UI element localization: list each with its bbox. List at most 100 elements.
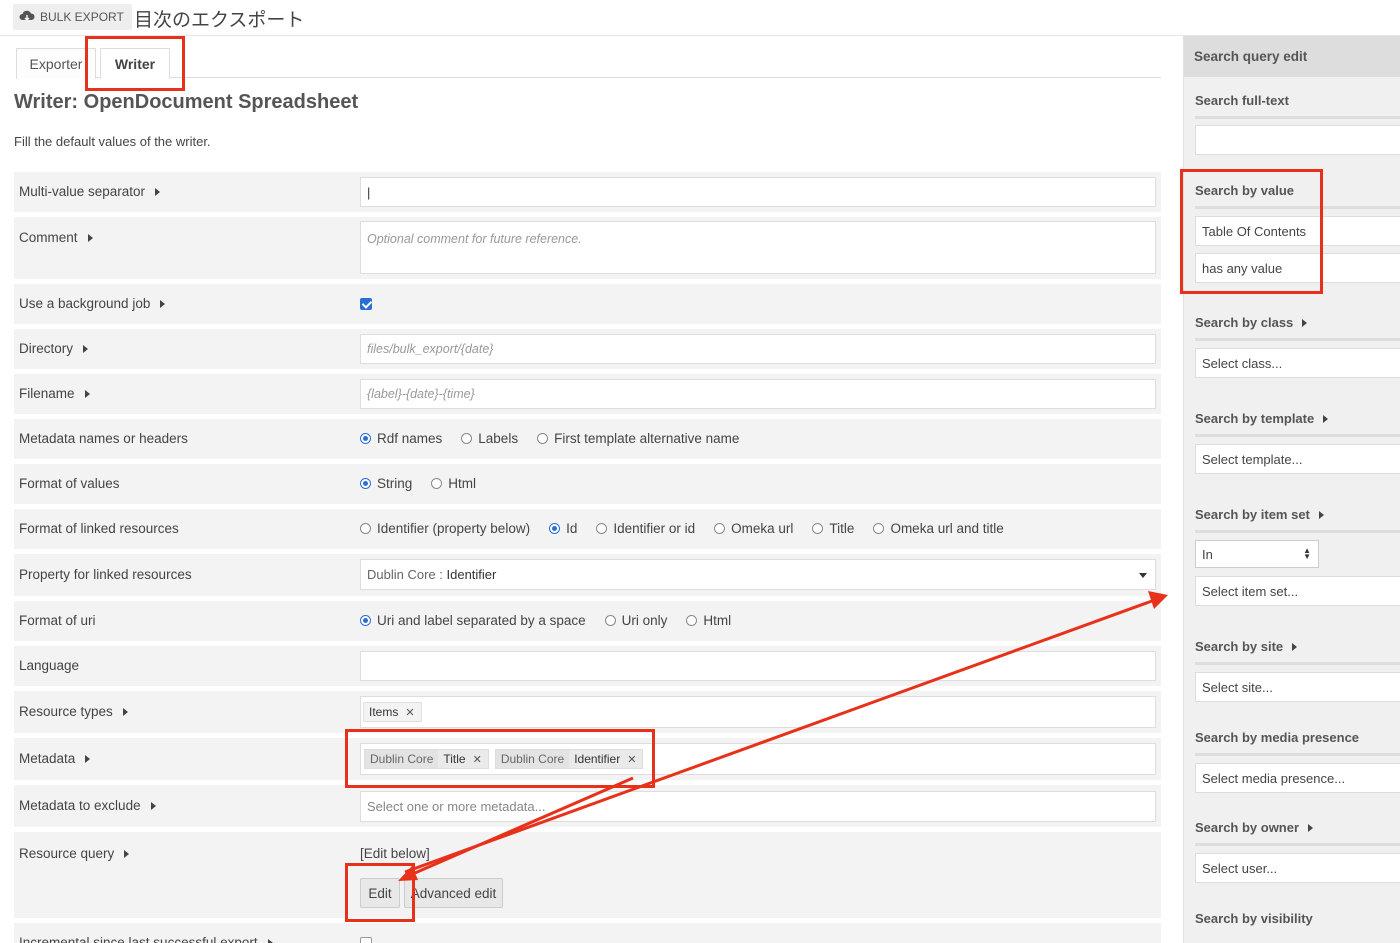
caret-right-icon [87, 233, 93, 242]
language-input[interactable] [360, 651, 1156, 681]
row-resource-types: Resource types Items ✕ [14, 691, 1161, 733]
caret-right-icon [124, 849, 130, 858]
search-by-item-set-label[interactable]: Search by item set [1195, 507, 1324, 522]
field-label[interactable]: Filename [19, 386, 90, 401]
row-incremental: Incremental since last successful export [14, 923, 1161, 943]
radio-button[interactable] [360, 478, 371, 489]
filename-input[interactable]: {label}-{date}-{time} [360, 379, 1156, 409]
search-by-item-set-select[interactable]: Select item set... [1195, 576, 1400, 606]
radio-button[interactable] [360, 433, 371, 444]
search-by-media-select[interactable]: Select media presence... [1195, 763, 1400, 793]
resource-types-multiselect[interactable]: Items ✕ [360, 696, 1156, 728]
radio-button[interactable] [604, 615, 616, 626]
bulk-export-button[interactable]: BULK EXPORT [13, 4, 132, 30]
advanced-edit-button[interactable]: Advanced edit [404, 878, 503, 908]
radio-option[interactable]: Title [812, 521, 854, 536]
row-metadata-exclude: Metadata to exclude Select one or more m… [14, 785, 1161, 827]
row-comment: Comment Optional comment for future refe… [14, 217, 1161, 279]
field-label: Format of values [19, 476, 120, 491]
radio-option[interactable]: Labels [461, 431, 518, 446]
radio-option[interactable]: Id [549, 521, 577, 536]
radio-option[interactable]: Uri and label separated by a space [360, 613, 586, 628]
writer-heading: Writer: OpenDocument Spreadsheet [14, 91, 359, 113]
radio-option[interactable]: Html [431, 476, 476, 491]
writer-description: Fill the default values of the writer. [14, 134, 211, 149]
field-label[interactable]: Comment [19, 230, 93, 245]
metadata-names-radio-group: Rdf names Labels First template alternat… [360, 431, 758, 446]
search-by-site-select[interactable]: Select site... [1195, 672, 1400, 702]
row-format-linked: Format of linked resources Identifier (p… [14, 509, 1161, 549]
field-label[interactable]: Use a background job [19, 296, 166, 311]
caret-right-icon [1318, 510, 1324, 519]
radio-option[interactable]: Omeka url [714, 521, 793, 536]
row-language: Language [14, 646, 1161, 686]
radio-option[interactable]: String [360, 476, 412, 491]
row-format-values: Format of values String Html [14, 464, 1161, 504]
directory-input[interactable]: files/bulk_export/{date} [360, 334, 1156, 364]
radio-option[interactable]: Identifier or id [596, 521, 695, 536]
up-down-arrows-icon: ▲ ▼ [1303, 546, 1311, 561]
chevron-down-icon [1139, 573, 1147, 578]
search-by-media-label: Search by media presence [1195, 730, 1360, 745]
radio-option[interactable]: Identifier (property below) [360, 521, 530, 536]
bulk-export-label: BULK EXPORT [40, 10, 124, 24]
radio-option[interactable]: Uri only [604, 613, 667, 628]
row-filename: Filename {label}-{date}-{time} [14, 374, 1161, 414]
caret-right-icon [1308, 823, 1314, 832]
radio-button[interactable] [686, 615, 698, 626]
search-by-owner-select[interactable]: Select user... [1195, 853, 1400, 883]
search-by-owner-label[interactable]: Search by owner [1195, 820, 1314, 835]
field-label[interactable]: Resource types [19, 704, 128, 719]
resource-query-value: [Edit below] [360, 846, 430, 861]
caret-right-icon [85, 754, 91, 763]
radio-button[interactable] [714, 523, 726, 534]
field-label[interactable]: Metadata [19, 751, 91, 766]
field-label[interactable]: Incremental since last successful export [19, 935, 273, 943]
radio-option[interactable]: First template alternative name [537, 431, 739, 446]
search-by-class-label[interactable]: Search by class [1195, 315, 1308, 330]
divider [1195, 434, 1400, 437]
top-bar: BULK EXPORT 目次のエクスポート [0, 0, 1400, 36]
row-multi-value-separator: Multi-value separator | [14, 172, 1161, 212]
search-by-class-select[interactable]: Select class... [1195, 348, 1400, 378]
format-values-radio-group: String Html [360, 476, 495, 491]
format-uri-radio-group: Uri and label separated by a space Uri o… [360, 613, 750, 628]
radio-button[interactable] [549, 523, 561, 534]
radio-button[interactable] [360, 615, 371, 626]
row-resource-query: Resource query [Edit below] Edit Advance… [14, 832, 1161, 918]
tab-exporter[interactable]: Exporter [16, 48, 96, 79]
field-label[interactable]: Metadata to exclude [19, 798, 156, 813]
multi-value-separator-input[interactable]: | [360, 177, 1156, 207]
radio-button[interactable] [873, 523, 885, 534]
annotation-box-search-by-value [1180, 169, 1323, 294]
background-job-checkbox[interactable] [360, 298, 372, 310]
property-linked-select[interactable]: Dublin Core : Identifier [360, 559, 1156, 590]
search-by-site-label[interactable]: Search by site [1195, 639, 1298, 654]
radio-button[interactable] [812, 523, 824, 534]
divider [1195, 843, 1400, 846]
field-label[interactable]: Resource query [19, 846, 130, 861]
radio-button[interactable] [431, 478, 443, 489]
row-background-job: Use a background job [14, 284, 1161, 324]
property-term: Identifier [446, 567, 497, 582]
close-icon[interactable]: ✕ [403, 706, 420, 719]
comment-textarea[interactable]: Optional comment for future reference. [360, 221, 1156, 274]
radio-option[interactable]: Omeka url and title [873, 521, 1004, 536]
radio-button[interactable] [360, 523, 371, 534]
item-set-operator-select[interactable]: In ▲ ▼ [1195, 540, 1319, 568]
radio-button[interactable] [537, 433, 549, 444]
radio-button[interactable] [596, 523, 608, 534]
field-label[interactable]: Multi-value separator [19, 184, 161, 199]
divider [1195, 753, 1400, 756]
radio-option[interactable]: Rdf names [360, 431, 442, 446]
caret-right-icon [150, 801, 156, 810]
incremental-checkbox[interactable] [360, 937, 372, 943]
field-label[interactable]: Directory [19, 341, 89, 356]
radio-button[interactable] [461, 433, 473, 444]
search-by-template-label[interactable]: Search by template [1195, 411, 1329, 426]
search-by-template-select[interactable]: Select template... [1195, 444, 1400, 474]
radio-option[interactable]: Html [686, 613, 731, 628]
metadata-exclude-multiselect[interactable]: Select one or more metadata... [360, 791, 1156, 822]
search-fulltext-input[interactable] [1195, 125, 1400, 155]
caret-right-icon [160, 299, 166, 308]
